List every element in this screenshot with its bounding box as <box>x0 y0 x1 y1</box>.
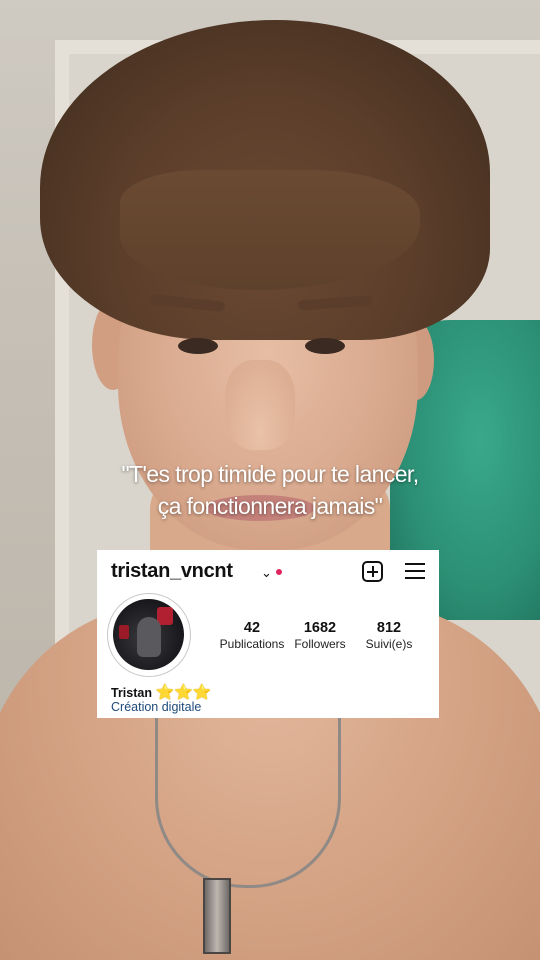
instagram-profile-card: tristan_vncnt ⌄ 42 Publications 1682 Fol… <box>97 550 439 718</box>
stat-followers[interactable]: 1682 Followers <box>289 620 351 652</box>
video-frame: "T'es trop timide pour te lancer, ça fon… <box>0 0 540 960</box>
caption-line-2: ça fonctionnera jamais" <box>157 493 383 519</box>
stat-following-label: Suivi(e)s <box>365 637 413 651</box>
video-caption: "T'es trop timide pour te lancer, ça fon… <box>0 458 540 522</box>
caption-line-1: "T'es trop timide pour te lancer, <box>121 461 419 487</box>
person-eye-left <box>178 338 218 354</box>
necklace-chain <box>155 715 341 888</box>
stat-following[interactable]: 812 Suivi(e)s <box>359 620 419 652</box>
stat-following-value: 812 <box>376 620 402 636</box>
profile-category: Création digitale <box>111 700 202 714</box>
person-nose <box>225 360 295 450</box>
profile-stats: 42 Publications 1682 Followers 812 Suivi… <box>213 620 433 656</box>
profile-display-name: Tristan ⭐⭐⭐ <box>111 683 212 701</box>
star-icons: ⭐⭐⭐ <box>155 684 212 701</box>
avatar[interactable] <box>107 593 191 677</box>
avatar-image <box>113 599 184 670</box>
stat-followers-value: 1682 <box>303 620 337 636</box>
add-post-icon[interactable] <box>362 561 383 582</box>
stat-publications[interactable]: 42 Publications <box>213 620 291 652</box>
display-name-text: Tristan <box>111 686 152 700</box>
person-eye-right <box>305 338 345 354</box>
stat-followers-label: Followers <box>294 637 346 651</box>
notification-dot <box>276 569 282 575</box>
profile-header: tristan_vncnt ⌄ <box>111 560 427 584</box>
chevron-down-icon[interactable]: ⌄ <box>261 565 272 581</box>
menu-icon[interactable] <box>405 563 425 579</box>
necklace-pendant <box>203 878 231 954</box>
stat-publications-label: Publications <box>219 637 285 651</box>
stat-publications-value: 42 <box>243 620 261 636</box>
profile-username[interactable]: tristan_vncnt <box>111 560 233 583</box>
